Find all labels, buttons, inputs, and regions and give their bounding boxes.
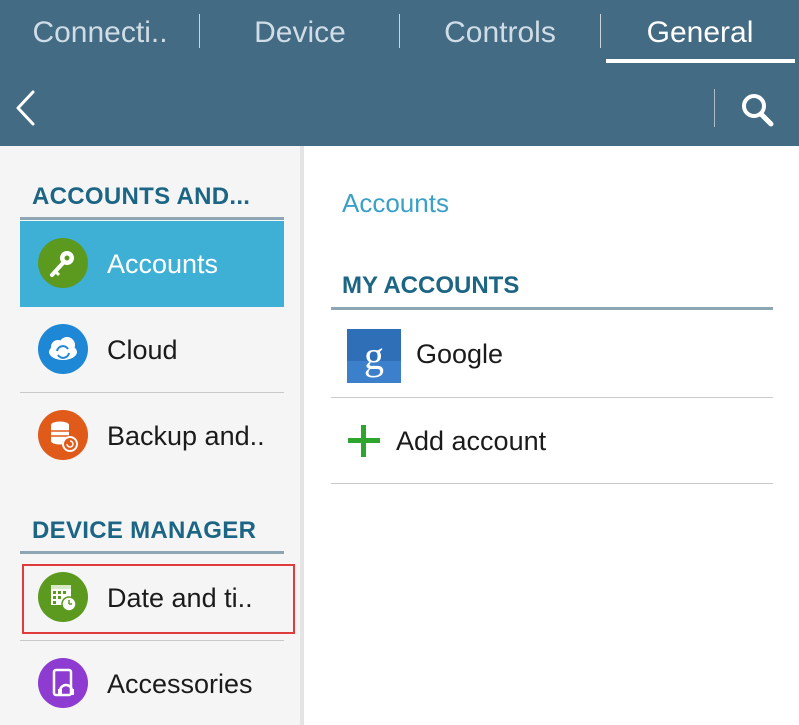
sidebar-item-cloud[interactable]: Cloud (20, 307, 284, 393)
section-title-my-accounts: MY ACCOUNTS (342, 272, 520, 299)
search-button[interactable] (733, 84, 783, 134)
section-underline (20, 551, 284, 554)
section-underline (331, 307, 773, 310)
section-underline (20, 217, 284, 220)
account-label: Google (416, 339, 504, 369)
search-icon (742, 94, 774, 127)
plus-icon (345, 422, 383, 460)
google-icon: g (347, 329, 401, 383)
focus-highlight (22, 564, 295, 634)
add-account-button[interactable]: Add account (331, 398, 773, 484)
breadcrumb: Accounts (342, 188, 449, 218)
key-icon (38, 238, 88, 288)
tab-bar: Connecti.. Device Controls General (0, 0, 799, 70)
back-button[interactable] (6, 80, 46, 136)
tab-connections[interactable]: Connecti.. (0, 0, 200, 68)
tab-general[interactable]: General (600, 0, 799, 68)
headset-device-icon (38, 658, 88, 708)
svg-text:g: g (364, 333, 384, 378)
tab-controls[interactable]: Controls (400, 0, 600, 68)
sidebar-item-backup[interactable]: Backup and.. (20, 393, 284, 479)
section-title-device-manager: DEVICE MANAGER (32, 517, 257, 544)
chevron-left-icon (16, 90, 35, 126)
action-bar (0, 70, 799, 146)
tab-device[interactable]: Device (200, 0, 400, 68)
sidebar-item-label: Accounts (107, 249, 219, 279)
cloud-sync-icon (38, 324, 88, 374)
sidebar-item-label: Cloud (107, 335, 178, 365)
account-row-google[interactable]: g Google (331, 311, 773, 397)
action-divider (714, 89, 715, 127)
database-backup-icon (38, 410, 88, 460)
section-title-accounts: ACCOUNTS AND... (32, 183, 251, 210)
add-account-label: Add account (396, 426, 547, 456)
sidebar-item-accessories[interactable]: Accessories (20, 641, 284, 725)
sidebar-item-label: Accessories (107, 669, 253, 699)
sidebar-item-accounts[interactable]: Accounts (20, 221, 284, 307)
active-tab-indicator (606, 59, 795, 63)
sidebar-item-label: Backup and.. (107, 421, 265, 451)
list-divider (331, 483, 773, 484)
